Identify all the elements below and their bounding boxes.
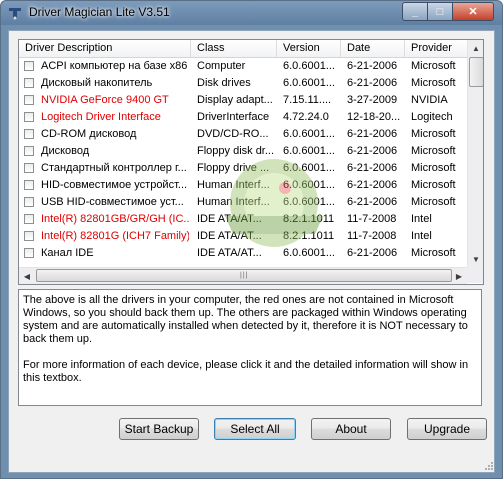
cell-date: 6-21-2006 (347, 247, 398, 259)
row-checkbox[interactable] (24, 163, 34, 173)
cell-provider: Microsoft (411, 60, 456, 72)
cell-provider: Microsoft (411, 145, 456, 157)
scroll-up-icon[interactable]: ▲ (468, 40, 483, 56)
about-button[interactable]: About (311, 418, 391, 440)
table-row[interactable]: Дисковый накопитель Disk drives 6.0.6001..… (19, 75, 469, 92)
minimize-icon: _ (411, 5, 419, 18)
window-title: Driver Magician Lite V3.51 (29, 5, 170, 19)
table-row[interactable]: CD-ROM дисковод DVD/CD-RO... 6.0.6001... 6-… (19, 126, 469, 143)
driver-magician-icon (9, 8, 21, 20)
cell-provider: NVIDIA (411, 94, 448, 106)
info-paragraph-1: The above is all the drivers in your com… (23, 294, 468, 345)
list-header: Driver Description Class Version Date Pr… (19, 40, 483, 58)
cell-version: 7.15.11.... (283, 94, 332, 106)
cell-description: Стандартный контроллер г... (41, 162, 187, 174)
scroll-grip-icon: ||| (240, 272, 249, 279)
maximize-button[interactable]: □ (427, 2, 453, 21)
row-checkbox[interactable] (24, 197, 34, 207)
cell-description: Intel(R) 82801G (ICH7 Family)... (41, 230, 189, 242)
cell-version: 6.0.6001... (283, 60, 335, 72)
column-header-version[interactable]: Version (277, 40, 341, 57)
cell-class: Disk drives (197, 77, 251, 89)
row-checkbox[interactable] (24, 214, 34, 224)
cell-provider: Microsoft (411, 196, 456, 208)
horizontal-scroll-thumb[interactable]: ||| (36, 269, 452, 282)
cell-description: CD-ROM дисковод (41, 128, 137, 140)
horizontal-scrollbar[interactable]: ◀ ||| ▶ (19, 267, 467, 284)
cell-class: Display adapt... (197, 94, 273, 106)
resize-grip-icon[interactable] (484, 461, 494, 471)
table-row[interactable]: ACPI компьютер на базе x86 Computer 6.0.60… (19, 58, 469, 75)
vertical-scrollbar[interactable]: ▲ ▼ (467, 40, 483, 267)
scroll-left-icon[interactable]: ◀ (19, 268, 35, 284)
cell-version: 6.0.6001... (283, 128, 335, 140)
scroll-down-icon[interactable]: ▼ (468, 251, 483, 267)
client-area: Driver Description Class Version Date Pr… (8, 30, 495, 473)
row-checkbox[interactable] (24, 231, 34, 241)
column-header-description[interactable]: Driver Description (19, 40, 191, 57)
cell-provider: Microsoft (411, 179, 456, 191)
row-checkbox[interactable] (24, 61, 34, 71)
cell-date: 6-21-2006 (347, 179, 398, 191)
scroll-right-icon[interactable]: ▶ (451, 268, 467, 284)
scrollbar-corner (467, 267, 483, 283)
cell-provider: Intel (411, 230, 432, 242)
cell-date: 6-21-2006 (347, 196, 398, 208)
cell-date: 6-21-2006 (347, 128, 398, 140)
driver-list[interactable]: Driver Description Class Version Date Pr… (18, 39, 484, 285)
cell-provider: Microsoft (411, 128, 456, 140)
cell-description: Intel(R) 82801GB/GR/GH (IC... (41, 213, 189, 225)
table-row[interactable]: Logitech Driver Interface DriverInterface… (19, 109, 469, 126)
cell-provider: Microsoft (411, 77, 456, 89)
minimize-button[interactable]: _ (402, 2, 428, 21)
row-checkbox[interactable] (24, 248, 34, 258)
row-checkbox[interactable] (24, 129, 34, 139)
row-checkbox[interactable] (24, 146, 34, 156)
cell-description: Дисковый накопитель (41, 77, 153, 89)
cell-date: 11-7-2008 (347, 213, 397, 225)
close-button[interactable]: ✕ (452, 2, 494, 21)
vertical-scroll-thumb[interactable] (469, 57, 483, 87)
cell-date: 6-21-2006 (347, 162, 398, 174)
cell-version: 6.0.6001... (283, 77, 335, 89)
cell-date: 12-18-20... (347, 111, 401, 123)
cell-class: DVD/CD-RO... (197, 128, 269, 140)
maximize-icon: □ (436, 5, 444, 18)
close-icon: ✕ (468, 6, 478, 18)
cell-provider: Microsoft (411, 162, 456, 174)
cell-description: HID-совместимое устройст... (41, 179, 188, 191)
cell-description: Канал IDE (41, 247, 94, 259)
cell-class: DriverInterface (197, 111, 270, 123)
cell-date: 6-21-2006 (347, 145, 398, 157)
cell-provider: Microsoft (411, 247, 456, 259)
cell-description: ACPI компьютер на базе x86 (41, 60, 188, 72)
watermark-logo (225, 159, 323, 247)
cell-date: 11-7-2008 (347, 230, 397, 242)
cell-description: Дисковод (41, 145, 90, 157)
cell-description: USB HID-совместимое уст... (41, 196, 184, 208)
select-all-button[interactable]: Select All (214, 418, 296, 440)
row-checkbox[interactable] (24, 112, 34, 122)
table-row[interactable]: NVIDIA GeForce 9400 GT Display adapt... 7.… (19, 92, 469, 109)
cell-provider: Intel (411, 213, 432, 225)
cell-description: NVIDIA GeForce 9400 GT (41, 94, 169, 106)
column-header-date[interactable]: Date (341, 40, 405, 57)
cell-date: 6-21-2006 (347, 60, 398, 72)
info-paragraph-2: For more information of each device, ple… (23, 359, 469, 384)
cell-version: 4.72.24.0 (283, 111, 329, 123)
cell-provider: Logitech (411, 111, 453, 123)
cell-date: 6-21-2006 (347, 77, 398, 89)
app-window: Driver Magician Lite V3.51 _ □ ✕ Driver … (0, 0, 503, 479)
cell-date: 3-27-2009 (347, 94, 398, 106)
cell-description: Logitech Driver Interface (41, 111, 161, 123)
cell-class: Computer (197, 60, 246, 72)
row-checkbox[interactable] (24, 95, 34, 105)
row-checkbox[interactable] (24, 180, 34, 190)
title-bar[interactable]: Driver Magician Lite V3.51 _ □ ✕ (1, 1, 502, 25)
start-backup-button[interactable]: Start Backup (119, 418, 199, 440)
info-textbox[interactable]: The above is all the drivers in your com… (18, 289, 482, 406)
row-checkbox[interactable] (24, 78, 34, 88)
upgrade-button[interactable]: Upgrade (407, 418, 487, 440)
column-header-class[interactable]: Class (191, 40, 277, 57)
